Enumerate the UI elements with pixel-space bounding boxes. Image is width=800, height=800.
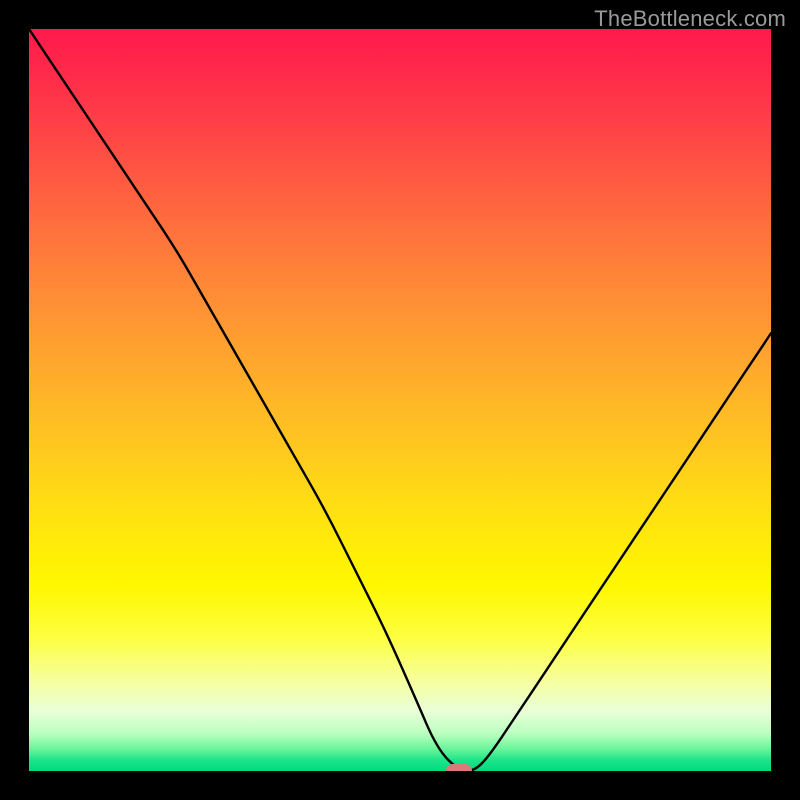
bottleneck-curve [29, 29, 771, 771]
watermark-label: TheBottleneck.com [594, 6, 786, 32]
plot-area [29, 29, 771, 771]
optimum-marker [446, 764, 472, 771]
chart-container: TheBottleneck.com [0, 0, 800, 800]
